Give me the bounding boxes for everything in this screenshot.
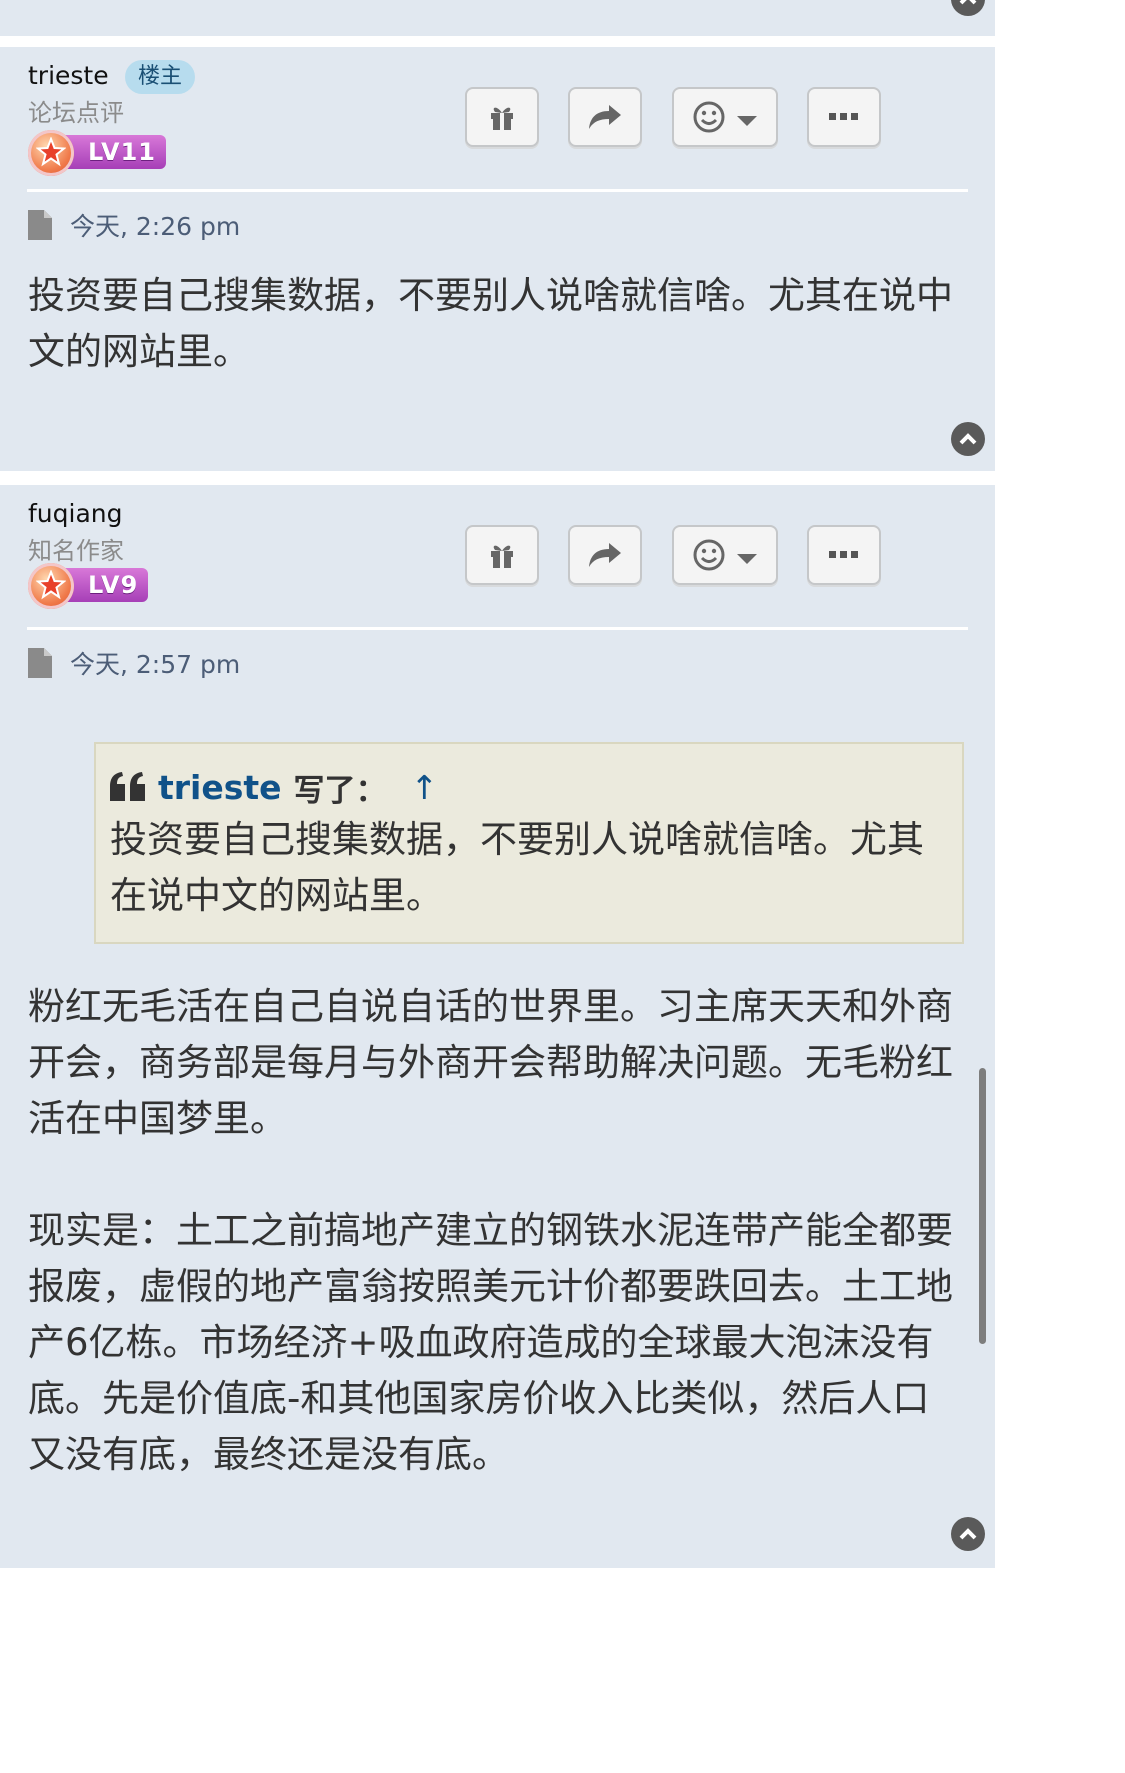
user-level-badge: LV9 xyxy=(28,563,163,611)
more-options-button[interactable] xyxy=(807,525,881,585)
post-author-username[interactable]: trieste xyxy=(28,61,109,90)
quote-wrote-label: 写了： xyxy=(293,772,387,809)
gift-icon xyxy=(491,545,513,568)
post-meta: 今天, 2:57 pm xyxy=(28,645,240,681)
post: fuqiang 知名作家 LV9 今天, 2:57 pm trieste 写了：… xyxy=(0,485,995,1568)
quote-text: 投资要自己搜集数据，不要别人说啥就信啥。尤其在说中文的网站里。 xyxy=(110,818,924,917)
post-content: 投资要自己搜集数据，不要别人说啥就信啥。尤其在说中文的网站里。 xyxy=(28,268,958,380)
post-paragraph-spacer xyxy=(28,1147,958,1203)
medal-icon xyxy=(28,563,74,609)
chevron-up-icon xyxy=(959,433,977,445)
post-paragraph: 投资要自己搜集数据，不要别人说啥就信啥。尤其在说中文的网站里。 xyxy=(28,274,953,373)
reaction-button[interactable] xyxy=(672,525,778,585)
op-badge: 楼主 xyxy=(125,60,196,94)
gift-icon xyxy=(491,107,513,130)
smiley-icon xyxy=(693,101,725,133)
caret-down-icon xyxy=(737,116,757,126)
post-divider xyxy=(27,189,968,192)
post: trieste 楼主 论坛点评 LV11 今天, 2:26 pm 投资要自己搜集… xyxy=(0,47,995,471)
user-rank: 论坛点评 xyxy=(28,99,124,127)
ellipsis-icon xyxy=(829,113,858,120)
chevron-up-icon xyxy=(959,0,977,5)
post-time: 今天, 2:57 pm xyxy=(70,650,241,679)
ellipsis-icon xyxy=(829,551,858,558)
chevron-up-icon xyxy=(959,1528,977,1540)
post-paragraph: 粉红无毛活在自己自说自话的世界里。习主席天天和外商开会，商务部是每月与外商开会帮… xyxy=(28,985,953,1140)
share-button[interactable] xyxy=(568,87,642,147)
back-to-top-button[interactable] xyxy=(951,1517,985,1551)
document-icon[interactable] xyxy=(28,210,52,240)
user-rank: 知名作家 xyxy=(28,537,124,565)
post-content: 粉红无毛活在自己自说自话的世界里。习主席天天和外商开会，商务部是每月与外商开会帮… xyxy=(28,979,958,1483)
more-options-button[interactable] xyxy=(807,87,881,147)
quote-author-link[interactable]: trieste xyxy=(158,768,282,807)
smiley-icon xyxy=(693,539,725,571)
medal-icon xyxy=(28,130,74,176)
share-icon xyxy=(589,543,621,567)
caret-down-icon xyxy=(737,554,757,564)
document-icon[interactable] xyxy=(28,648,52,678)
post-paragraph: 现实是：土工之前搞地产建立的钢铁水泥连带产能全都要报废，虚假的地产富翁按照美元计… xyxy=(28,1209,953,1476)
gift-button[interactable] xyxy=(465,525,539,585)
gift-button[interactable] xyxy=(465,87,539,147)
quote-block: trieste 写了： ↑ 投资要自己搜集数据，不要别人说啥就信啥。尤其在说中文… xyxy=(94,742,964,944)
quote-source-link[interactable]: ↑ xyxy=(411,768,439,807)
user-level-badge: LV11 xyxy=(28,130,178,178)
post-author-username[interactable]: fuqiang xyxy=(28,499,123,528)
back-to-top-button[interactable] xyxy=(951,422,985,456)
back-to-top-button[interactable] xyxy=(951,0,985,16)
share-button[interactable] xyxy=(568,525,642,585)
share-icon xyxy=(589,105,621,129)
quote-header: trieste 写了： ↑ xyxy=(110,762,948,812)
post-divider xyxy=(27,627,968,630)
post-time: 今天, 2:26 pm xyxy=(70,212,241,241)
post-meta: 今天, 2:26 pm xyxy=(28,207,240,243)
previous-post-fragment xyxy=(0,0,995,36)
quote-icon xyxy=(110,772,145,801)
scrollbar-thumb[interactable] xyxy=(979,1068,986,1344)
reaction-button[interactable] xyxy=(672,87,778,147)
